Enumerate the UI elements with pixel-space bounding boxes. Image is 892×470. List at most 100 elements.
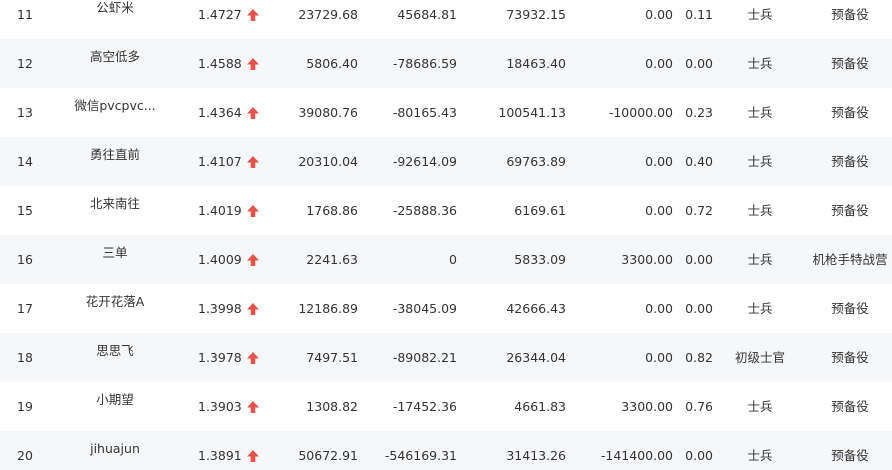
status-cell: 预备役: [831, 7, 869, 22]
military-rank-cell: 士兵: [747, 252, 773, 267]
rank-cell: 19: [17, 399, 33, 414]
ratio-cell: 1.4009: [198, 252, 242, 267]
up-arrow-icon: [247, 137, 261, 186]
military-rank-cell: 士兵: [747, 154, 773, 169]
value-4-cell: 0.00: [645, 154, 673, 169]
ratio-cell: 1.4727: [198, 7, 242, 22]
rank-cell: 15: [17, 203, 33, 218]
rank-cell: 18: [17, 350, 33, 365]
value-2-cell: -80165.43: [392, 105, 457, 120]
rank-cell: 11: [17, 7, 33, 22]
status-cell: 预备役: [831, 105, 869, 120]
value-4-cell: 0.00: [645, 7, 673, 22]
trader-name: 微信pvcpvc...: [74, 98, 156, 113]
value-3-cell: 73932.15: [506, 7, 566, 22]
table-row[interactable]: 20 jihuajun 1.3891 50672.91 -546169.31 31413.…: [0, 431, 892, 470]
value-4-cell: 0.00: [645, 56, 673, 71]
status-cell: 预备役: [831, 203, 869, 218]
ratio-cell: 1.4588: [198, 56, 242, 71]
value-1-cell: 2241.63: [306, 252, 358, 267]
ranking-table: 11 公虾米 1.4727 23729.68 45684.81 73932.15 0.00 0…: [0, 0, 892, 470]
table-row[interactable]: 18 思思飞 1.3978 7497.51 -89082.21 26344.04 0.00 0…: [0, 333, 892, 382]
value-4-cell: 3300.00: [621, 399, 673, 414]
status-cell: 预备役: [831, 301, 869, 316]
table-row[interactable]: 17 花开花落A 1.3998 12186.89 -38045.09 42666.43 0.…: [0, 284, 892, 333]
table-row[interactable]: 19 小期望 1.3903 1308.82 -17452.36 4661.83 3300.0…: [0, 382, 892, 431]
value-3-cell: 100541.13: [498, 105, 566, 120]
value-5-cell: 0.82: [685, 350, 713, 365]
table-row[interactable]: 16 三单 1.4009 2241.63 0 5833.09 3300.00 0.00 士兵 机枪…: [0, 235, 892, 284]
value-5-cell: 0.00: [685, 448, 713, 463]
value-2-cell: -89082.21: [392, 350, 457, 365]
value-2-cell: -17452.36: [392, 399, 457, 414]
up-arrow-icon: [247, 382, 261, 431]
value-4-cell: -141400.00: [600, 448, 673, 463]
ratio-cell: 1.4019: [198, 203, 242, 218]
value-5-cell: 0.40: [685, 154, 713, 169]
military-rank-cell: 士兵: [747, 448, 773, 463]
ratio-cell: 1.4107: [198, 154, 242, 169]
value-2-cell: -92614.09: [392, 154, 457, 169]
value-5-cell: 0.00: [685, 301, 713, 316]
value-4-cell: 0.00: [645, 301, 673, 316]
value-2-cell: 45684.81: [397, 7, 457, 22]
value-1-cell: 12186.89: [298, 301, 358, 316]
value-1-cell: 5806.40: [306, 56, 358, 71]
value-3-cell: 42666.43: [506, 301, 566, 316]
table-row[interactable]: 15 北来南往 1.4019 1768.86 -25888.36 6169.61 0.00 0…: [0, 186, 892, 235]
table-row[interactable]: 12 高空低多 1.4588 5806.40 -78686.59 18463.40 0.00…: [0, 39, 892, 88]
up-arrow-icon: [247, 284, 261, 333]
value-2-cell: -546169.31: [384, 448, 457, 463]
trader-name: 勇往直前: [89, 147, 140, 162]
status-cell: 预备役: [831, 448, 869, 463]
up-arrow-icon: [247, 186, 261, 235]
value-2-cell: -78686.59: [392, 56, 457, 71]
value-3-cell: 18463.40: [506, 56, 566, 71]
up-arrow-icon: [247, 333, 261, 382]
table-row[interactable]: 13 微信pvcpvc... 1.4364 39080.76 -80165.43 1005…: [0, 88, 892, 137]
military-rank-cell: 士兵: [747, 399, 773, 414]
value-3-cell: 31413.26: [506, 448, 566, 463]
value-5-cell: 0.72: [685, 203, 713, 218]
status-cell: 预备役: [831, 350, 869, 365]
military-rank-cell: 士兵: [747, 105, 773, 120]
ratio-cell: 1.4364: [198, 105, 242, 120]
ratio-cell: 1.3903: [198, 399, 242, 414]
up-arrow-icon: [247, 39, 261, 88]
status-cell: 预备役: [831, 399, 869, 414]
rank-cell: 16: [17, 252, 33, 267]
ratio-cell: 1.3978: [198, 350, 242, 365]
trader-name: 思思飞: [96, 343, 134, 358]
up-arrow-icon: [247, 235, 261, 284]
value-4-cell: 0.00: [645, 350, 673, 365]
value-5-cell: 0.00: [685, 252, 713, 267]
value-5-cell: 0.76: [685, 399, 713, 414]
value-2-cell: -25888.36: [392, 203, 457, 218]
value-1-cell: 1768.86: [306, 203, 358, 218]
ratio-cell: 1.3998: [198, 301, 242, 316]
up-arrow-icon: [247, 0, 261, 39]
up-arrow-icon: [247, 88, 261, 137]
status-cell: 预备役: [831, 154, 869, 169]
value-3-cell: 4661.83: [514, 399, 566, 414]
trader-name: 高空低多: [89, 49, 140, 64]
trader-name: 小期望: [96, 392, 134, 407]
value-2-cell: 0: [449, 252, 457, 267]
military-rank-cell: 初级士官: [734, 350, 785, 365]
value-1-cell: 50672.91: [298, 448, 358, 463]
value-1-cell: 39080.76: [298, 105, 358, 120]
trader-name: 北来南往: [89, 196, 140, 211]
value-1-cell: 23729.68: [298, 7, 358, 22]
trader-name: jihuajun: [90, 441, 140, 456]
value-2-cell: -38045.09: [392, 301, 457, 316]
value-5-cell: 0.23: [685, 105, 713, 120]
status-cell: 预备役: [831, 56, 869, 71]
table-row[interactable]: 11 公虾米 1.4727 23729.68 45684.81 73932.15 0.00 0…: [0, 0, 892, 39]
military-rank-cell: 士兵: [747, 301, 773, 316]
ratio-cell: 1.3891: [198, 448, 242, 463]
trader-name: 花开花落A: [85, 294, 145, 309]
military-rank-cell: 士兵: [747, 203, 773, 218]
value-1-cell: 20310.04: [298, 154, 358, 169]
table-row[interactable]: 14 勇往直前 1.4107 20310.04 -92614.09 69763.89 0.0…: [0, 137, 892, 186]
rank-cell: 17: [17, 301, 33, 316]
